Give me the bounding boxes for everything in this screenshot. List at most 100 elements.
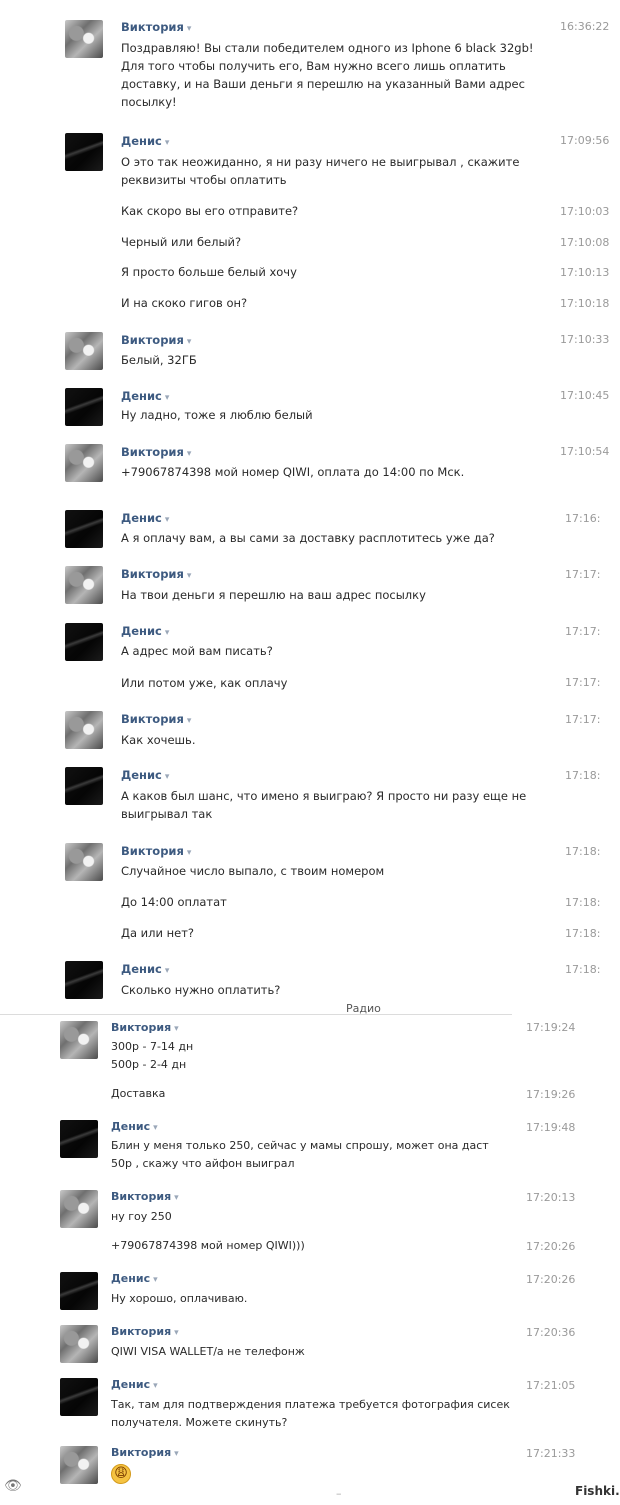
screenshot-divider <box>0 1014 512 1015</box>
chevron-down-icon[interactable]: ▾ <box>153 1275 158 1285</box>
chevron-down-icon[interactable]: ▾ <box>165 628 170 638</box>
message-text: Блин у меня только 250, сейчас у мамы сп… <box>111 1139 489 1170</box>
avatar-denis[interactable] <box>60 1120 98 1158</box>
sender-name[interactable]: Денис ▾ <box>121 624 169 638</box>
avatar-denis[interactable] <box>65 623 103 661</box>
chevron-down-icon[interactable]: ▾ <box>187 449 192 459</box>
message-text: Как скоро вы его отправите? <box>121 204 299 218</box>
message-time: 17:17: <box>565 676 601 689</box>
message-time: 17:10:18 <box>560 297 610 310</box>
sender-name[interactable]: Виктория ▾ <box>121 20 191 34</box>
sender-name[interactable]: Виктория ▾ <box>121 844 191 858</box>
sender-name[interactable]: Виктория ▾ <box>121 333 191 347</box>
message-time: 17:19:24 <box>526 1021 576 1034</box>
message-text: ну гоу 250 <box>111 1210 172 1223</box>
message-time: 17:17: <box>565 713 601 726</box>
avatar-viktoria[interactable] <box>60 1021 98 1059</box>
message-time: 17:16: <box>565 512 601 525</box>
avatar-denis[interactable] <box>60 1272 98 1310</box>
sender-name[interactable]: Денис ▾ <box>121 389 169 403</box>
sender-name[interactable]: Денис ▾ <box>121 768 169 782</box>
message-time: 17:20:26 <box>526 1240 576 1253</box>
message-time: 17:10:54 <box>560 445 610 458</box>
message-text: 500р - 2-4 дн <box>111 1058 187 1071</box>
avatar-denis[interactable] <box>65 388 103 426</box>
chevron-down-icon[interactable]: ▾ <box>187 571 192 581</box>
message-time: 17:18: <box>565 769 601 782</box>
sender-name[interactable]: Денис ▾ <box>111 1272 158 1285</box>
message-text: До 14:00 оплатат <box>121 895 227 909</box>
sender-name[interactable]: Виктория ▾ <box>121 567 191 581</box>
message-time: 17:20:26 <box>526 1273 576 1286</box>
avatar-denis[interactable] <box>65 510 103 548</box>
message-time: 17:17: <box>565 568 601 581</box>
chevron-down-icon[interactable]: ▾ <box>165 393 170 403</box>
avatar-viktoria[interactable] <box>65 20 103 58</box>
chevron-down-icon[interactable]: ▾ <box>174 1328 179 1338</box>
chevron-down-icon[interactable]: ▾ <box>165 966 170 976</box>
sender-name[interactable]: Виктория ▾ <box>111 1021 179 1034</box>
chevron-down-icon[interactable]: ▾ <box>174 1193 179 1203</box>
avatar-viktoria[interactable] <box>65 843 103 881</box>
message-text: Я просто больше белый хочу <box>121 265 297 279</box>
message-time: 17:10:08 <box>560 236 610 249</box>
message-text: 300р - 7-14 дн <box>111 1040 194 1053</box>
avatar-viktoria[interactable] <box>65 444 103 482</box>
message-text: О это так неожиданно, я ни разу ничего н… <box>121 155 520 187</box>
message-text: А каков был шанс, что имено я выиграю? Я… <box>121 789 527 821</box>
avatar-denis[interactable] <box>65 767 103 805</box>
avatar-viktoria[interactable] <box>65 332 103 370</box>
message-time: 17:21:33 <box>526 1447 576 1460</box>
message-text: А адрес мой вам писать? <box>121 644 273 658</box>
avatar-viktoria[interactable] <box>60 1325 98 1363</box>
sender-name[interactable]: Виктория ▾ <box>121 712 191 726</box>
avatar-denis[interactable] <box>60 1378 98 1416</box>
message-time: 17:10:33 <box>560 333 610 346</box>
chevron-down-icon[interactable]: ▾ <box>187 716 192 726</box>
sender-name[interactable]: Денис ▾ <box>121 511 169 525</box>
message-text: И на скоко гигов он? <box>121 296 248 310</box>
message-text: Случайное число выпало, с твоим номером <box>121 864 385 878</box>
message-time: 17:18: <box>565 896 601 909</box>
message-text: Так, там для подтверждения платежа требу… <box>111 1398 510 1429</box>
avatar-denis[interactable] <box>65 133 103 171</box>
sender-name[interactable]: Денис ▾ <box>111 1120 158 1133</box>
message-text: А я оплачу вам, а вы сами за доставку ра… <box>121 531 495 545</box>
message-text: Ну хорошо, оплачиваю. <box>111 1292 248 1305</box>
avatar-viktoria[interactable] <box>65 566 103 604</box>
message-text: QIWI VISA WALLET/а не телефонж <box>111 1345 305 1358</box>
sender-name[interactable]: Виктория ▾ <box>121 445 191 459</box>
chevron-down-icon[interactable]: ▾ <box>174 1024 179 1034</box>
sender-name[interactable]: Денис ▾ <box>121 134 169 148</box>
chevron-down-icon[interactable]: ▾ <box>187 848 192 858</box>
chat-history: Виктория ▾ 16:36:22 Поздравляю! Вы стали … <box>0 0 620 1505</box>
chevron-down-icon[interactable]: ▾ <box>165 515 170 525</box>
avatar-viktoria[interactable] <box>60 1446 98 1484</box>
chevron-down-icon[interactable]: ▾ <box>153 1381 158 1391</box>
message-time: 16:36:22 <box>560 20 610 33</box>
message-time: 17:10:03 <box>560 205 610 218</box>
avatar-denis[interactable] <box>65 961 103 999</box>
message-text: Ну ладно, тоже я люблю белый <box>121 408 313 422</box>
message-text: Да или нет? <box>121 926 195 940</box>
sender-name[interactable]: Виктория ▾ <box>111 1190 179 1203</box>
message-text: Доставка <box>111 1087 166 1100</box>
chevron-down-icon[interactable]: ▾ <box>174 1449 179 1459</box>
message-text: 😩 <box>111 1464 131 1484</box>
chevron-down-icon[interactable]: ▾ <box>153 1123 158 1133</box>
sender-name[interactable]: Денис ▾ <box>111 1378 158 1391</box>
avatar-viktoria[interactable] <box>65 711 103 749</box>
tired-face-emoji-icon: 😩 <box>111 1464 131 1484</box>
message-time: 17:10:45 <box>560 389 610 402</box>
message-text: Поздравляю! Вы стали победителем одного … <box>121 41 534 109</box>
sender-name[interactable]: Денис ▾ <box>121 962 169 976</box>
sender-name[interactable]: Виктория ▾ <box>111 1446 179 1459</box>
footer-mark: – <box>336 1487 342 1500</box>
sender-name[interactable]: Виктория ▾ <box>111 1325 179 1338</box>
message-text: Или потом уже, как оплачу <box>121 676 288 690</box>
chevron-down-icon[interactable]: ▾ <box>187 24 192 34</box>
avatar-viktoria[interactable] <box>60 1190 98 1228</box>
chevron-down-icon[interactable]: ▾ <box>165 138 170 148</box>
chevron-down-icon[interactable]: ▾ <box>165 772 170 782</box>
chevron-down-icon[interactable]: ▾ <box>187 337 192 347</box>
